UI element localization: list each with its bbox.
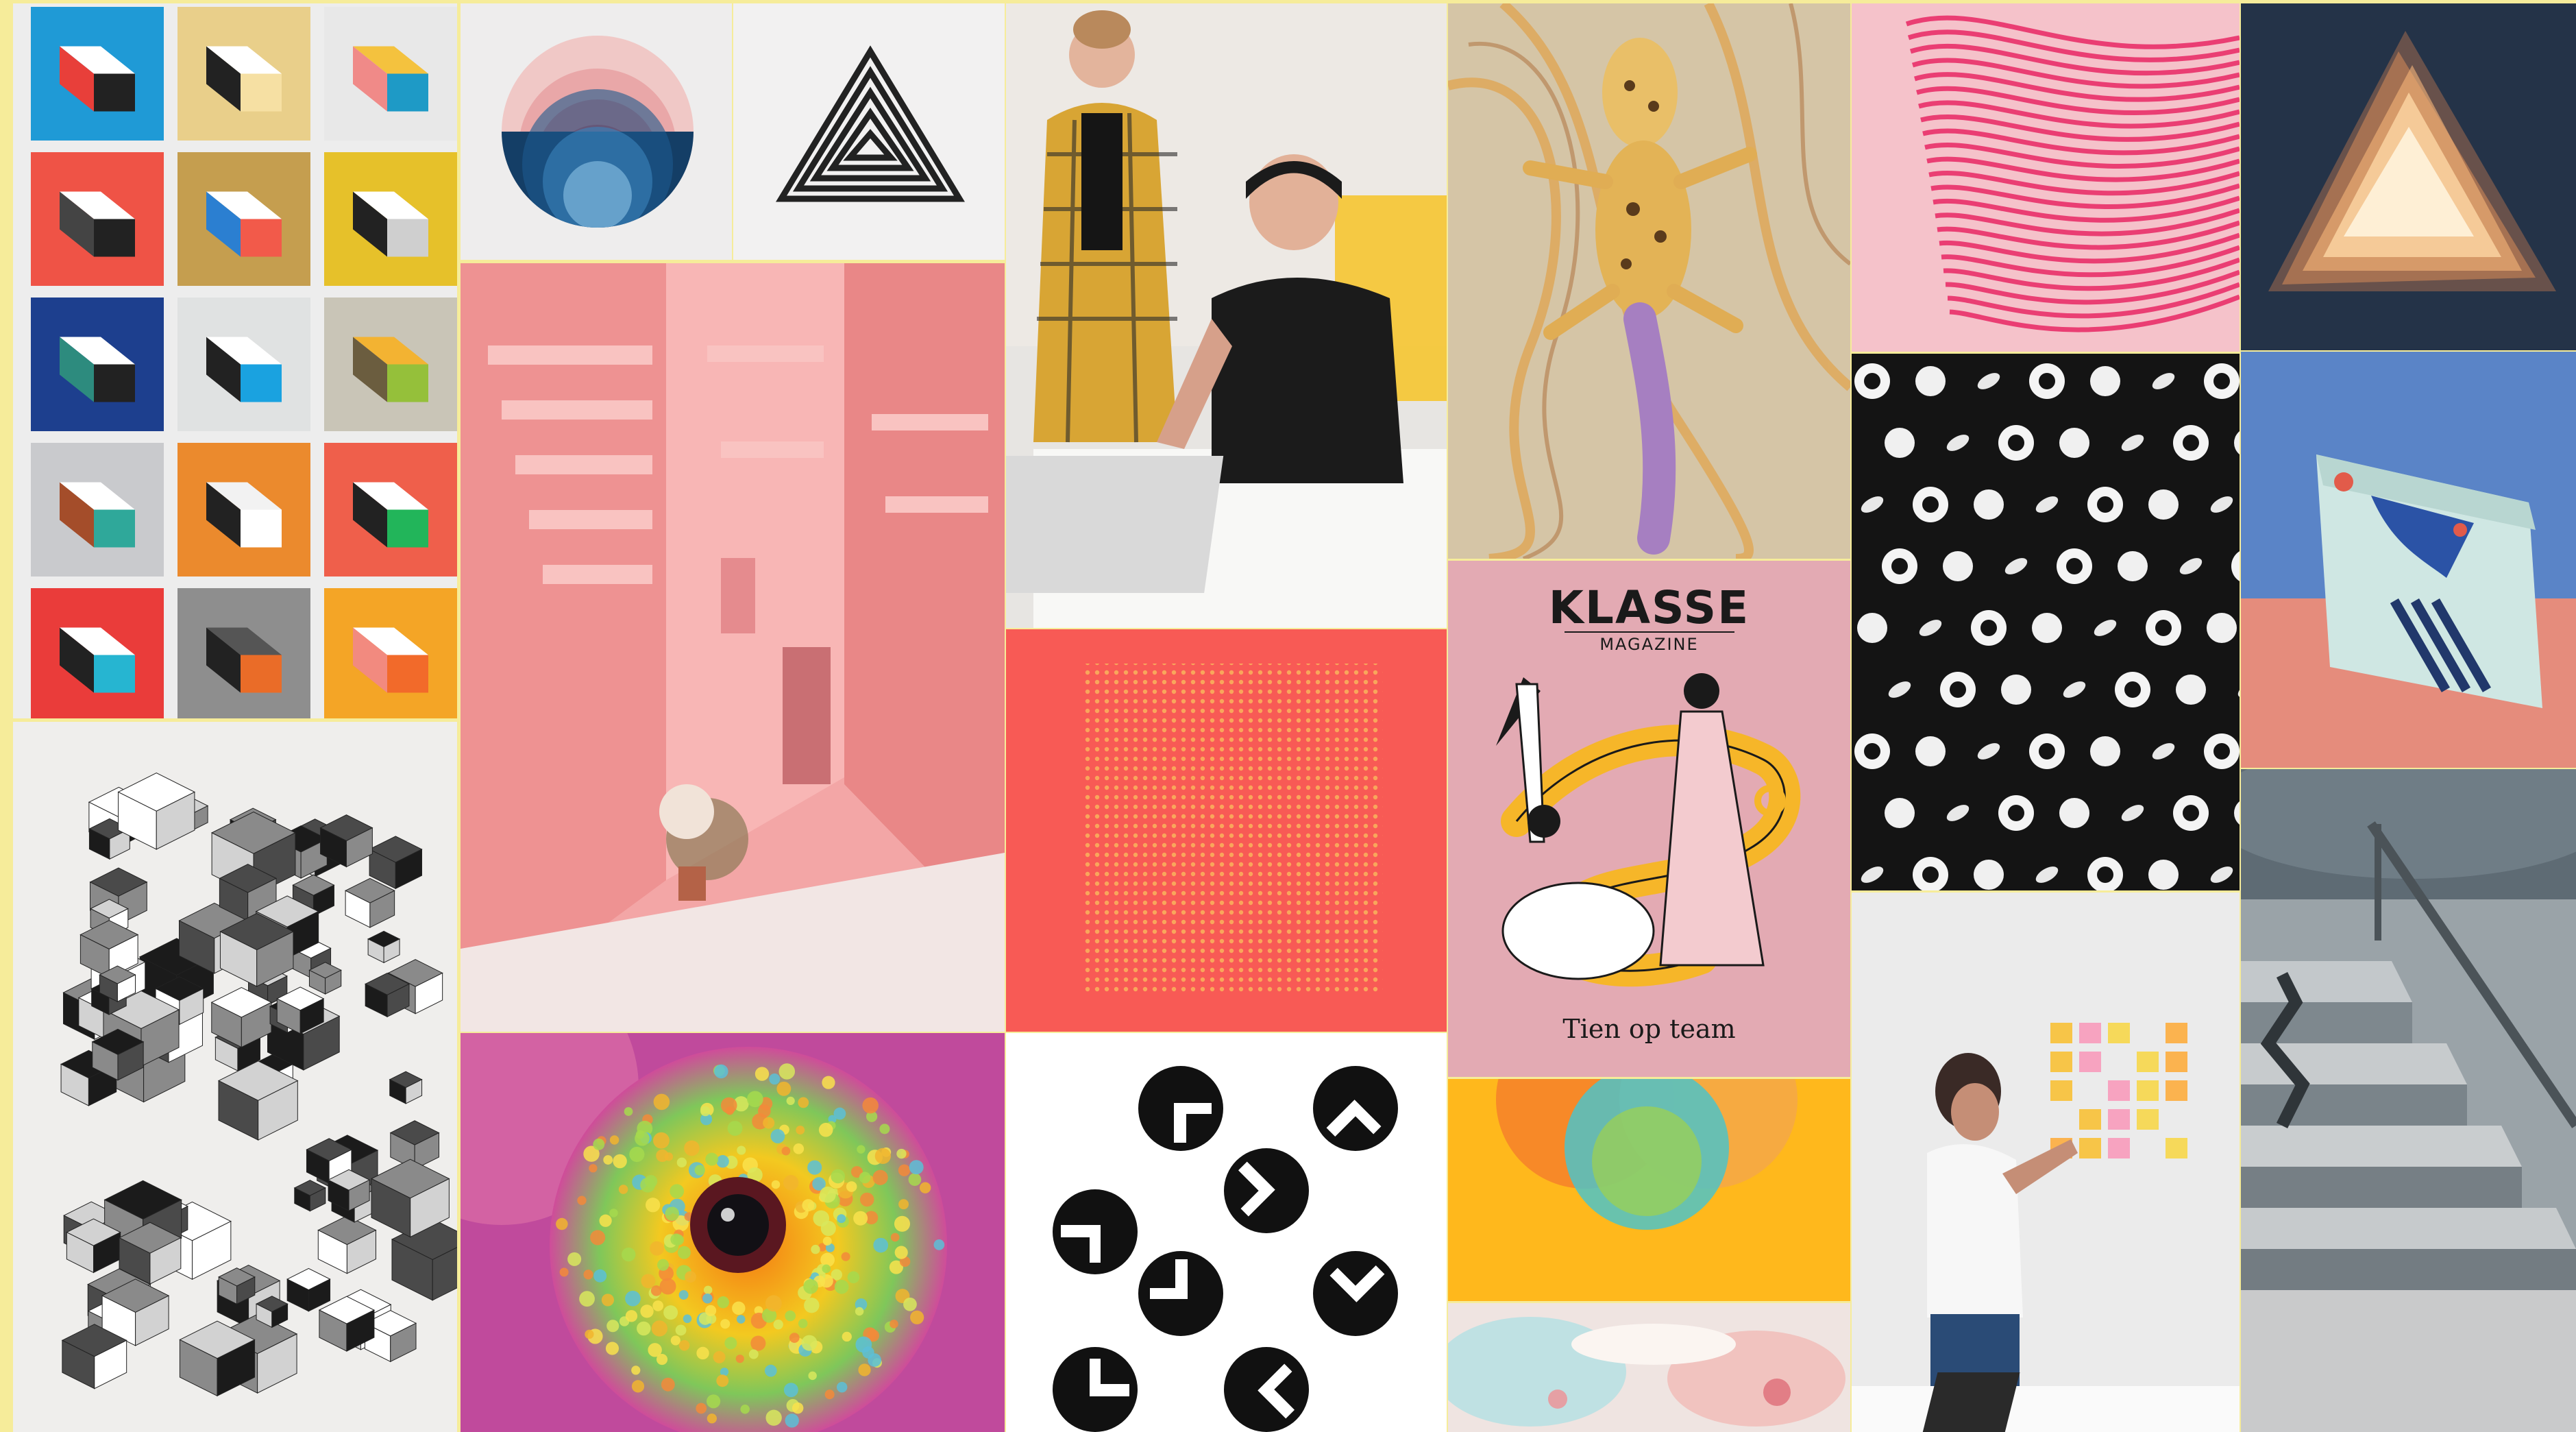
chameleon-eye-closeup	[461, 1033, 1005, 1432]
dots-and-rings-3d-pattern	[1852, 354, 2240, 890]
whiteboard-sticky-notes-photo	[1852, 893, 2240, 1432]
book-mockup-photo	[2241, 352, 2576, 768]
striped-triangle-logo	[733, 3, 1005, 260]
magazine-subtitle: MAGAZINE	[1599, 635, 1699, 654]
klasse-magazine-cover: KLASSE MAGAZINE Tien op team	[1448, 561, 1850, 1077]
glowing-triangle-artwork	[2241, 3, 2576, 350]
magazine-tagline: Tien op team	[1562, 1014, 1736, 1044]
pink-wave-lines-artwork	[1852, 3, 2240, 352]
isometric-blocks-grid	[13, 3, 457, 718]
concrete-stairs-photo	[2241, 769, 2576, 1432]
team-working-photo	[1006, 3, 1447, 628]
magazine-illustration	[1496, 673, 1801, 987]
magazine-title: KLASSE	[1548, 581, 1750, 634]
pink-architecture-photo	[461, 263, 1005, 1032]
magazine-title-rule	[1565, 631, 1734, 633]
isometric-pattern-poster	[13, 722, 457, 1432]
marble-dessert-photo	[1448, 1303, 1850, 1432]
gecko-on-stone-photo	[1448, 3, 1850, 559]
coral-dot-pattern	[1006, 629, 1447, 1032]
geometric-glyph-icons	[1006, 1033, 1447, 1432]
concentric-circle-artwork	[461, 3, 732, 260]
color-circles-artwork	[1448, 1079, 1850, 1301]
